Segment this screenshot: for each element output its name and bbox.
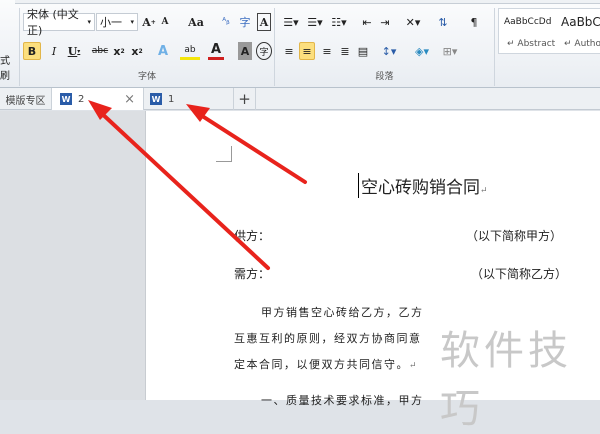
red-arrow-line bbox=[194, 110, 307, 184]
annotation-arrows bbox=[88, 100, 307, 270]
red-arrow-line bbox=[96, 108, 270, 270]
